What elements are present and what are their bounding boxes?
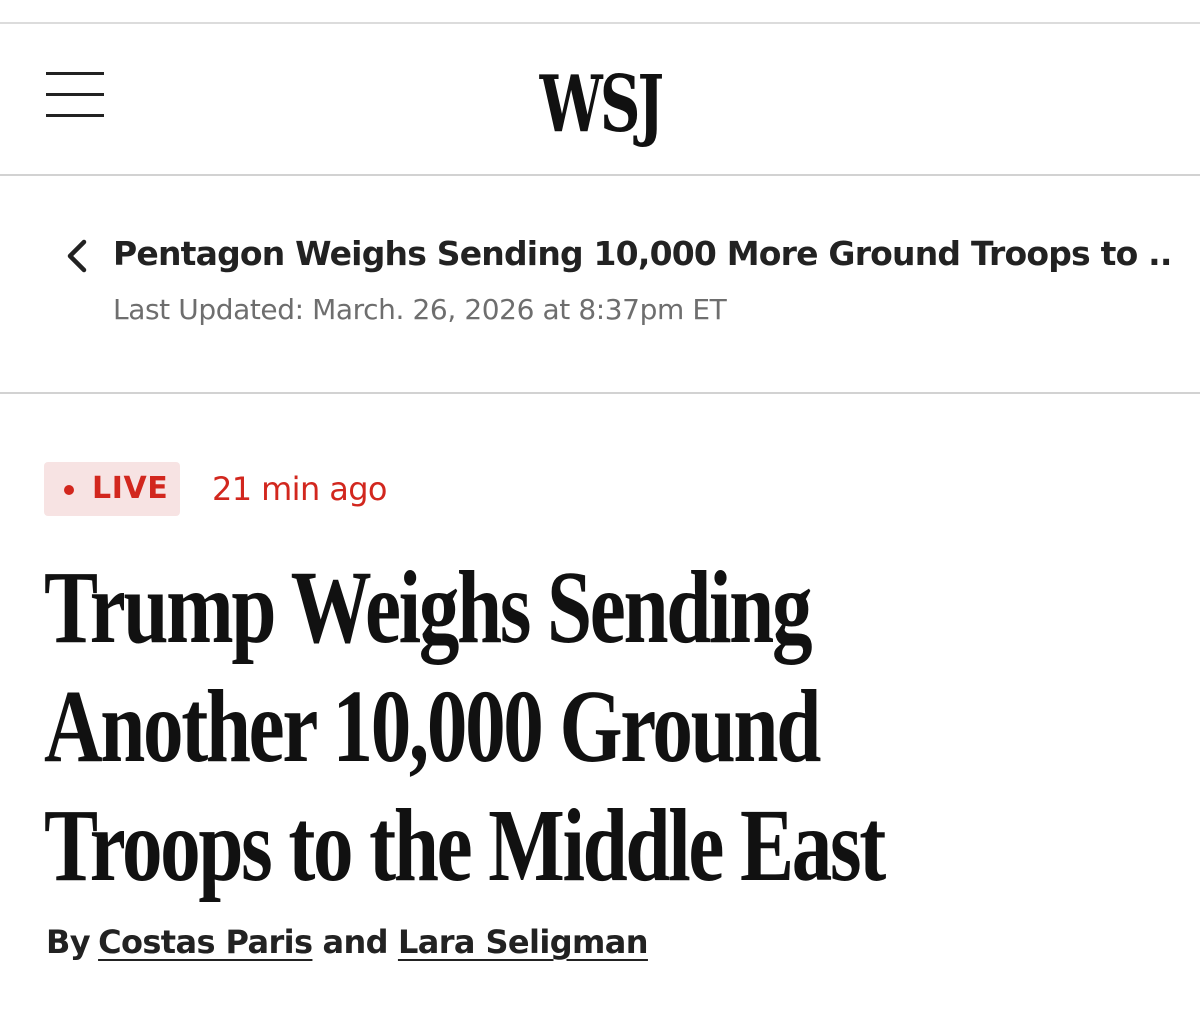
article-headline: Trump Weighs Sending Another 10,000 Grou… (44, 548, 1164, 905)
chevron-left-icon[interactable] (62, 236, 92, 276)
headline-line-3: Troops to the Middle East (44, 788, 886, 903)
author-link-costas-paris[interactable]: Costas Paris (98, 923, 313, 961)
headline-line-1: Trump Weighs Sending (44, 550, 813, 665)
headline-line-2: Another 10,000 Ground (44, 669, 821, 784)
wsj-logo[interactable]: WSJ (0, 60, 1200, 150)
author-link-lara-seligman[interactable]: Lara Seligman (398, 923, 649, 961)
story-nav: Pentagon Weighs Sending 10,000 More Grou… (0, 176, 1200, 392)
live-label: LIVE (92, 471, 169, 506)
masthead: WSJ (0, 24, 1200, 174)
live-badge: LIVE (44, 462, 180, 516)
byline-by: By (46, 923, 91, 961)
byline: By Costas Paris and Lara Seligman (46, 920, 649, 964)
time-ago: 21 min ago (212, 470, 388, 508)
story-nav-divider (0, 392, 1200, 394)
live-dot-icon (64, 485, 74, 495)
parent-story-link[interactable]: Pentagon Weighs Sending 10,000 More Grou… (113, 232, 1173, 276)
wsj-logo-text: WSJ (539, 59, 663, 150)
last-updated-timestamp: Last Updated: March. 26, 2026 at 8:37pm … (113, 293, 727, 326)
byline-and: and (322, 923, 388, 961)
